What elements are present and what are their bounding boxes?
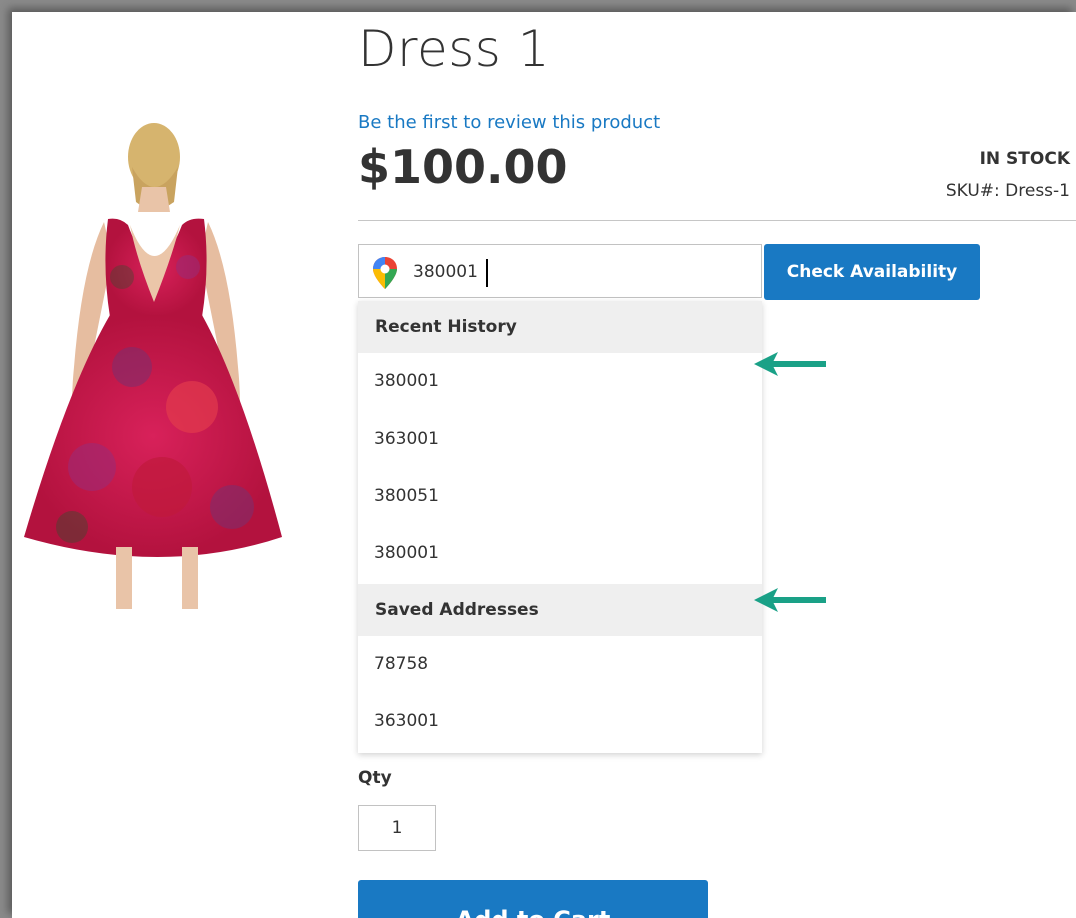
saved-address-item[interactable]: 363001 [358, 693, 762, 749]
recent-history-item[interactable]: 380051 [358, 468, 762, 524]
zip-suggestions-dropdown: Recent History 380001 363001 380051 3800… [358, 301, 762, 753]
recent-history-item[interactable]: 380001 [358, 353, 762, 409]
check-availability-button[interactable]: Check Availability [764, 244, 980, 300]
zip-input[interactable] [413, 259, 713, 285]
review-link[interactable]: Be the first to review this product [358, 112, 660, 133]
divider [358, 220, 1076, 221]
product-title: Dress 1 [358, 20, 551, 78]
text-caret [486, 259, 488, 287]
product-price: $100.00 [358, 140, 568, 194]
annotation-arrow-icon [754, 588, 826, 612]
saved-address-item[interactable]: 78758 [358, 636, 762, 692]
product-page: Dress 1 Be the first to review this prod… [12, 12, 1076, 918]
add-to-cart-button[interactable]: Add to Cart [358, 880, 708, 918]
saved-addresses-header: Saved Addresses [358, 584, 762, 636]
zip-input-box[interactable] [358, 244, 762, 298]
qty-input[interactable] [358, 805, 436, 851]
google-maps-pin-icon [373, 257, 397, 289]
recent-history-item[interactable]: 380001 [358, 525, 762, 581]
recent-history-item[interactable]: 363001 [358, 411, 762, 467]
product-image[interactable] [12, 107, 342, 612]
stock-status: IN STOCK [979, 149, 1070, 169]
qty-label: Qty [358, 768, 392, 788]
product-sku: SKU#: Dress-1 [945, 181, 1070, 201]
annotation-arrow-icon [754, 352, 826, 376]
recent-history-header: Recent History [358, 301, 762, 353]
